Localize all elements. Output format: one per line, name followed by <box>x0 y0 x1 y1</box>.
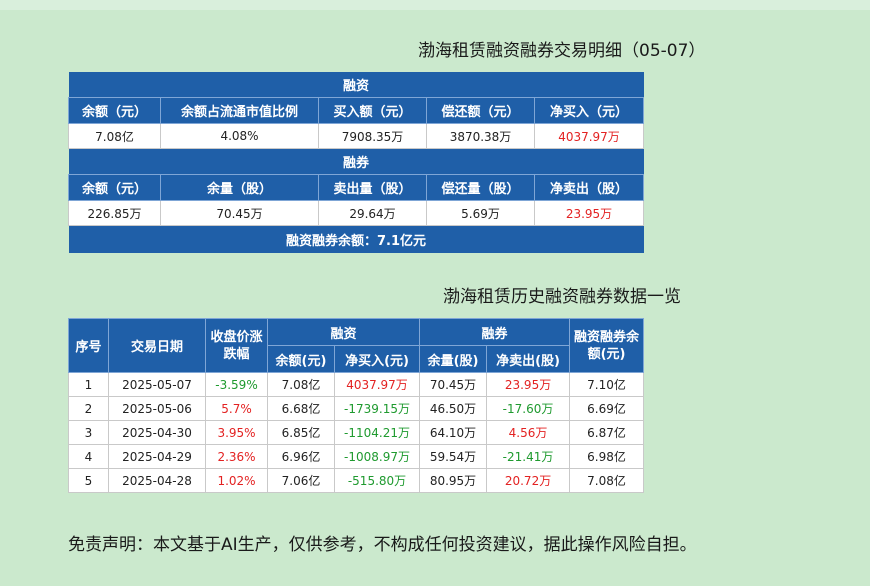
header-seq: 序号 <box>68 318 109 373</box>
sell-volume-value: 29.64万 <box>318 200 427 226</box>
short-section-header: 融券 <box>68 148 644 175</box>
total-balance: 融资融券余额：7.1亿元 <box>68 225 644 253</box>
cell-short-volume: 64.10万 <box>419 420 488 445</box>
cell-net-sell: 20.72万 <box>486 468 571 493</box>
header-total: 融资融券余额(元) <box>569 318 645 373</box>
cell-change: 5.7% <box>205 396 268 421</box>
cell-short-volume: 70.45万 <box>419 372 488 397</box>
col-header: 余额占流通市值比例 <box>160 97 319 124</box>
col-header: 余额（元） <box>68 97 161 124</box>
cell-seq: 3 <box>68 420 109 445</box>
repay-volume-value: 5.69万 <box>426 200 535 226</box>
cell-change: 1.02% <box>205 468 268 493</box>
cell-date: 2025-04-29 <box>108 444 206 469</box>
cell-total: 6.98亿 <box>569 444 645 469</box>
top-band <box>0 0 870 10</box>
header-net-sell: 净卖出(股) <box>486 345 571 373</box>
header-date: 交易日期 <box>108 318 206 373</box>
cell-date: 2025-04-30 <box>108 420 206 445</box>
table-row: 2 2025-05-06 5.7% 6.68亿 -1739.15万 46.50万… <box>68 396 645 421</box>
cell-date: 2025-04-28 <box>108 468 206 493</box>
table-row: 3 2025-04-30 3.95% 6.85亿 -1104.21万 64.10… <box>68 420 645 445</box>
cell-total: 6.87亿 <box>569 420 645 445</box>
short-volume-value: 70.45万 <box>160 200 319 226</box>
margin-detail-table: 融资 余额（元） 余额占流通市值比例 买入额（元） 偿还额（元） 净买入（元） … <box>68 72 644 253</box>
cell-net-buy: -515.80万 <box>333 468 421 493</box>
cell-net-sell: 4.56万 <box>486 420 571 445</box>
cell-seq: 5 <box>68 468 109 493</box>
history-title: 渤海租赁历史融资融券数据一览 <box>443 287 681 307</box>
net-sell-value: 23.95万 <box>534 200 644 226</box>
cell-margin-balance: 6.85亿 <box>267 420 335 445</box>
cell-date: 2025-05-06 <box>108 396 206 421</box>
cell-margin-balance: 6.68亿 <box>267 396 335 421</box>
cell-short-volume: 80.95万 <box>419 468 488 493</box>
margin-ratio-value: 4.08% <box>160 123 319 149</box>
header-short-volume: 余量(股) <box>419 345 488 373</box>
table-row: 4 2025-04-29 2.36% 6.96亿 -1008.97万 59.54… <box>68 444 645 469</box>
cell-margin-balance: 6.96亿 <box>267 444 335 469</box>
short-balance-value: 226.85万 <box>68 200 161 226</box>
cell-net-buy: -1104.21万 <box>333 420 421 445</box>
header-short: 融券 <box>419 318 571 346</box>
cell-margin-balance: 7.06亿 <box>267 468 335 493</box>
disclaimer: 免责声明：本文基于AI生产，仅供参考，不构成任何投资建议，据此操作风险自担。 <box>68 535 697 555</box>
col-header: 偿还额（元） <box>426 97 535 124</box>
cell-net-sell: -17.60万 <box>486 396 571 421</box>
cell-net-buy: -1739.15万 <box>333 396 421 421</box>
table-row: 1 2025-05-07 -3.59% 7.08亿 4037.97万 70.45… <box>68 372 645 397</box>
header-change: 收盘价涨跌幅 <box>205 318 268 373</box>
margin-section-header: 融资 <box>68 72 644 98</box>
cell-date: 2025-05-07 <box>108 372 206 397</box>
cell-net-buy: 4037.97万 <box>333 372 421 397</box>
cell-net-sell: -21.41万 <box>486 444 571 469</box>
detail-title: 渤海租赁融资融券交易明细（05-07） <box>418 41 706 61</box>
net-buy-value: 4037.97万 <box>534 123 644 149</box>
cell-change: 2.36% <box>205 444 268 469</box>
cell-net-buy: -1008.97万 <box>333 444 421 469</box>
col-header: 净买入（元） <box>534 97 644 124</box>
cell-change: 3.95% <box>205 420 268 445</box>
col-header: 偿还量（股） <box>426 174 535 201</box>
cell-seq: 1 <box>68 372 109 397</box>
buy-amount-value: 7908.35万 <box>318 123 427 149</box>
cell-short-volume: 59.54万 <box>419 444 488 469</box>
header-net-buy: 净买入(元) <box>333 345 421 373</box>
header-margin: 融资 <box>266 318 421 346</box>
col-header: 余额（元） <box>68 174 161 201</box>
cell-total: 7.08亿 <box>569 468 645 493</box>
margin-balance-value: 7.08亿 <box>68 123 161 149</box>
col-header: 买入额（元） <box>318 97 427 124</box>
col-header: 余量（股） <box>160 174 319 201</box>
cell-seq: 4 <box>68 444 109 469</box>
col-header: 净卖出（股） <box>534 174 644 201</box>
cell-total: 6.69亿 <box>569 396 645 421</box>
cell-margin-balance: 7.08亿 <box>267 372 335 397</box>
repay-amount-value: 3870.38万 <box>426 123 535 149</box>
header-margin-balance: 余额(元) <box>267 345 335 373</box>
cell-seq: 2 <box>68 396 109 421</box>
cell-net-sell: 23.95万 <box>486 372 571 397</box>
cell-change: -3.59% <box>205 372 268 397</box>
table-row: 5 2025-04-28 1.02% 7.06亿 -515.80万 80.95万… <box>68 468 645 493</box>
cell-short-volume: 46.50万 <box>419 396 488 421</box>
col-header: 卖出量（股） <box>318 174 427 201</box>
cell-total: 7.10亿 <box>569 372 645 397</box>
history-table: 序号 交易日期 收盘价涨跌幅 融资 融券 融资融券余额(元) 余额(元) 净买入… <box>68 318 645 493</box>
